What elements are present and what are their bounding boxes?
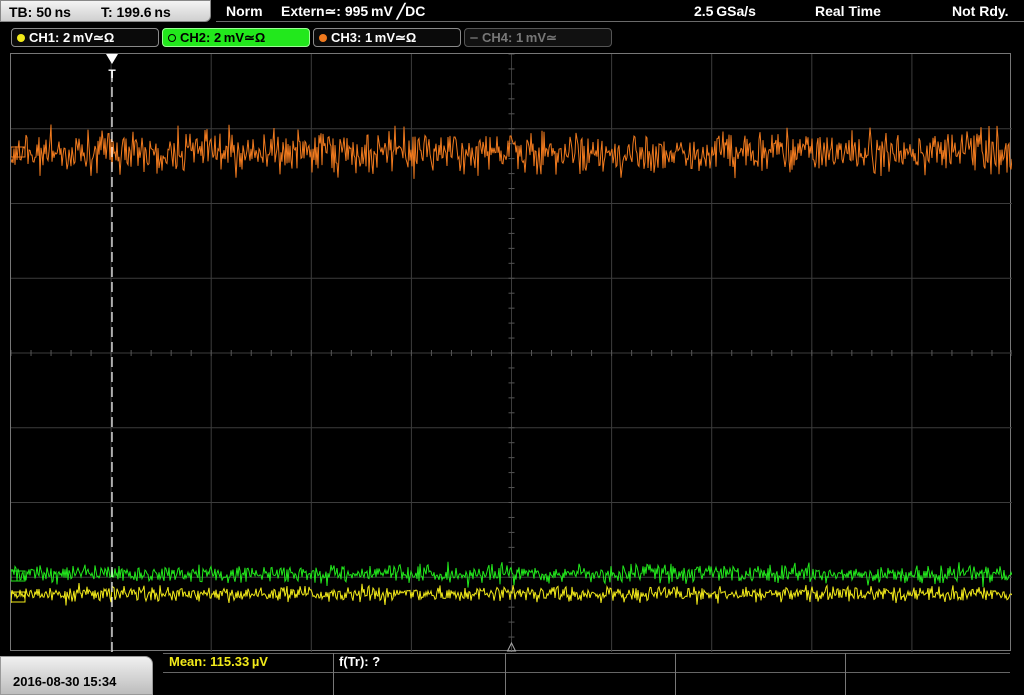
channel-label: CH1: 2 mV≃Ω	[29, 30, 115, 45]
channel-label: CH3: 1 mV≃Ω	[331, 30, 417, 45]
waveform-display[interactable]: T	[10, 53, 1012, 652]
trigger-arrow-icon	[106, 54, 118, 64]
sample-rate: 2.5 GSa/s	[694, 3, 756, 19]
trigger-time-label: T: 199.6 ns	[101, 4, 171, 20]
channel-tab-ch4[interactable]: CH4: 1 mV≃	[464, 28, 612, 47]
measurement-panel[interactable]: Mean: 115.33 µV f(Tr): ?	[163, 653, 1010, 695]
measurement-row	[163, 653, 1010, 673]
channel-tab-ch3[interactable]: CH3: 1 mV≃Ω	[313, 28, 461, 47]
run-status: Not Rdy.	[952, 3, 1009, 19]
divider	[675, 653, 676, 695]
datetime-panel: 2016-08-30 15:34	[0, 656, 153, 695]
ch2-color-dot	[168, 34, 176, 42]
acquisition-mode: Real Time	[815, 3, 881, 19]
status-bar: TB: 50 ns T: 199.6 ns Norm Extern≃: 995 …	[0, 0, 1024, 24]
ch4-color-dot	[470, 37, 478, 39]
channel-tab-ch2[interactable]: CH2: 2 mV≃Ω	[162, 28, 310, 47]
mean-measurement[interactable]: Mean: 115.33 µV	[169, 653, 268, 671]
timebase-label: TB: 50 ns	[9, 4, 71, 20]
datetime-label: 2016-08-30 15:34	[13, 674, 117, 689]
freq-measurement[interactable]: f(Tr): ?	[339, 653, 380, 671]
ch1-color-dot	[17, 34, 25, 42]
trigger-marker-label: T	[108, 67, 116, 81]
channel-label: CH4: 1 mV≃	[482, 30, 557, 45]
divider	[505, 653, 506, 695]
ch3-color-dot	[319, 34, 327, 42]
timebase-panel[interactable]: TB: 50 ns T: 199.6 ns	[0, 0, 211, 22]
divider	[333, 653, 334, 695]
channel-label: CH2: 2 mV≃Ω	[180, 30, 266, 45]
trigger-source[interactable]: Extern≃: 995 mV ╱DC	[281, 3, 425, 20]
trigger-mode[interactable]: Norm	[226, 3, 263, 19]
divider	[845, 653, 846, 695]
channel-tab-ch1[interactable]: CH1: 2 mV≃Ω	[11, 28, 159, 47]
waveform-canvas: T	[11, 54, 1012, 652]
